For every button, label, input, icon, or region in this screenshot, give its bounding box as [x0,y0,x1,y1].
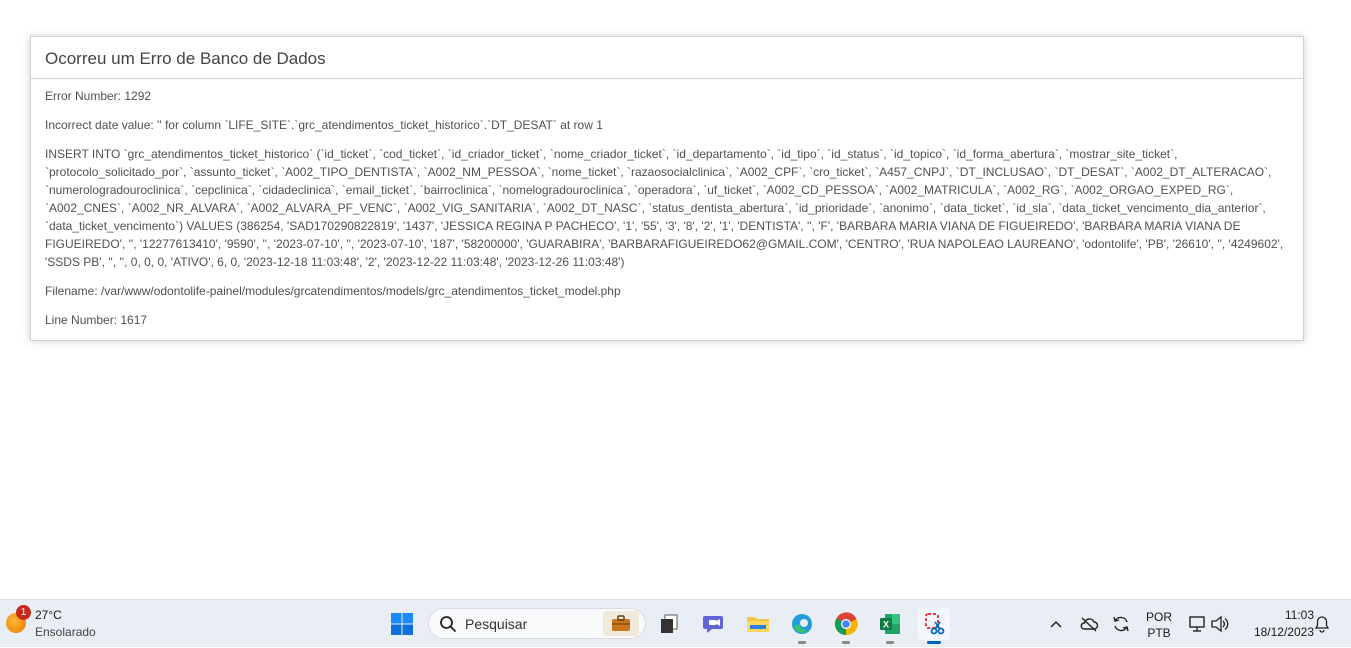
error-container: Ocorreu um Erro de Banco de Dados Error … [30,36,1304,341]
show-hidden-icons-button[interactable] [1040,608,1072,640]
search-highlight-icon[interactable] [603,611,639,636]
briefcase-icon [612,615,630,631]
volume-icon [1211,615,1229,633]
notifications-button[interactable] [1306,608,1338,640]
taskbar-search[interactable]: Pesquisar [428,608,646,639]
error-heading: Ocorreu um Erro de Banco de Dados [31,37,1303,79]
active-indicator [927,641,941,644]
running-indicator [842,641,850,644]
folder-icon [747,617,769,632]
snipping-tool-button[interactable] [918,608,950,644]
file-explorer-button[interactable] [742,608,774,640]
clock-button[interactable]: 11:03 18/12/2023 [1240,600,1314,648]
input-language-button[interactable]: POR PTB [1140,600,1178,648]
weather-widget[interactable]: 1 27°C Ensolarado [6,605,116,642]
error-line-number: Line Number: 1617 [45,313,148,327]
language-code: POR [1145,610,1172,624]
running-indicator [798,641,806,644]
sync-icon [1113,616,1129,632]
volume-tray-button[interactable] [1204,608,1236,640]
snipping-tool-icon [925,613,945,635]
error-sql-query: INSERT INTO `grc_atendimentos_ticket_his… [45,147,1284,269]
chat-button[interactable] [698,608,730,640]
edge-button[interactable] [786,608,818,644]
clock-date: 18/12/2023 [1253,625,1314,639]
error-filename: Filename: /var/www/odontolife-painel/mod… [45,284,621,298]
taskbar: 1 27°C Ensolarado Pesquisar X POR PTB 11… [0,599,1351,647]
error-number: Error Number: 1292 [45,89,152,103]
task-view-button[interactable] [654,608,686,640]
notification-badge: 1 [16,605,31,620]
svg-text:X: X [883,620,889,630]
bell-icon [1314,616,1330,633]
excel-button[interactable]: X [874,608,906,644]
sync-tray-button[interactable] [1105,608,1137,640]
task-view-icon [661,614,678,633]
start-button[interactable] [386,608,418,640]
edge-icon [792,614,812,634]
chrome-icon [835,612,858,636]
excel-icon: X [880,614,900,634]
search-placeholder: Pesquisar [465,616,528,632]
error-message: Incorrect date value: '' for column `LIF… [45,118,603,132]
chevron-up-icon [1050,620,1062,628]
windows-logo-icon [391,613,413,635]
error-body: Error Number: 1292 Incorrect date value:… [31,79,1303,329]
chrome-button[interactable] [830,608,862,644]
search-icon [440,616,456,632]
running-indicator [886,641,894,644]
keyboard-layout: PTB [1147,626,1171,640]
onedrive-tray-button[interactable] [1073,608,1105,640]
weather-temperature: 27°C [35,608,62,622]
chat-icon [703,616,723,633]
cloud-off-icon [1080,617,1099,632]
weather-condition: Ensolarado [35,625,96,639]
